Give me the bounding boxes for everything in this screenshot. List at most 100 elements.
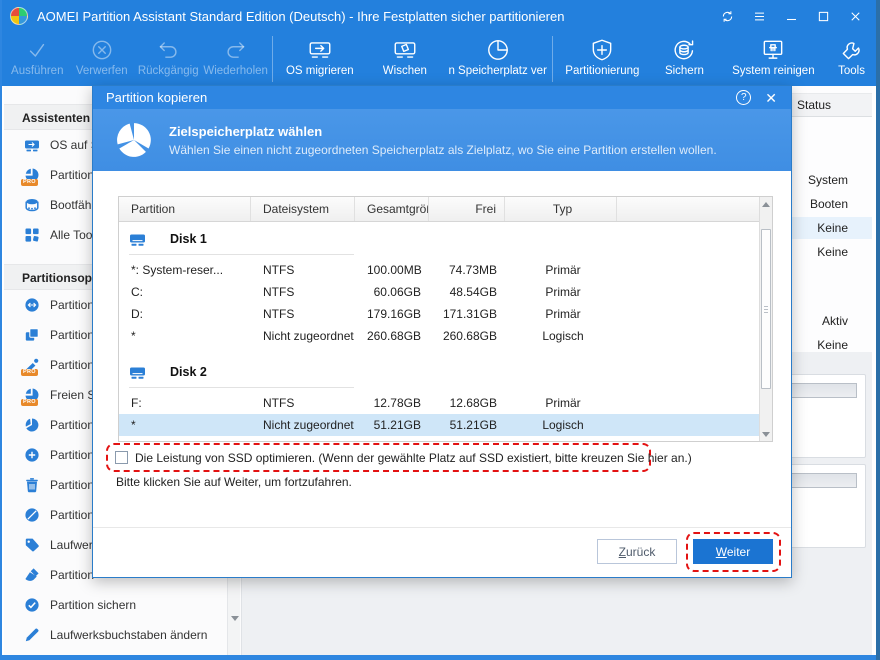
partition-cell: 260.68GB [367, 329, 422, 343]
partition-cell: 51.21GB [449, 418, 497, 432]
toolbar-button-discard: Verwerfen [69, 32, 135, 86]
create-icon [24, 447, 40, 463]
dialog-header: Zielspeicherplatz wählen Wählen Sie eine… [93, 109, 791, 171]
disk-group-row: Disk 1 [119, 222, 759, 248]
toolbar-button-wipe-disk[interactable]: Wischen [365, 32, 445, 86]
toolbar-button-migrate-os[interactable]: OS migrieren [275, 32, 365, 86]
partition-recover-icon: PRO [21, 167, 40, 186]
sidebar-item-label: Freien S [50, 388, 96, 402]
sidebar-item-label: Laufwerksbuchstaben ändern [50, 628, 208, 642]
partition-cell: *: System-reser... [131, 263, 224, 277]
partition-cell: Nicht zugeordnet [263, 329, 354, 343]
toolbar-button-label: Partitionierung [565, 65, 640, 77]
refresh-icon[interactable] [716, 5, 738, 27]
status-value: Aktiv [821, 314, 848, 328]
toolbar-button-shield-plus[interactable]: Partitionierung [555, 32, 649, 86]
partition-row[interactable]: * Nicht zugeordnet 260.68GB 260.68GB Logisch [119, 325, 759, 347]
partition-cell: NTFS [263, 396, 295, 410]
target-space-table: PartitionDateisystemGesamtgrößeFreiTyp D… [118, 196, 773, 442]
partition-cell: 100.00MB [367, 263, 422, 277]
copy-icon [24, 417, 40, 433]
toolbar-separator [552, 36, 554, 82]
column-header-empty[interactable] [617, 197, 772, 221]
close-icon[interactable] [844, 5, 866, 27]
dialog-step-subtitle: Wählen Sie einen nicht zugeordneten Spei… [169, 142, 717, 157]
pie-chart-icon [115, 121, 153, 159]
partition-cell: Primär [545, 263, 581, 277]
group-divider [129, 387, 354, 388]
maximize-icon[interactable] [812, 5, 834, 27]
resize-icon [24, 297, 40, 313]
toolbar-button-clean-system[interactable]: System reinigen [720, 32, 828, 86]
aomei-logo-icon [10, 7, 28, 25]
partition-row[interactable]: * Nicht zugeordnet 51.21GB 51.21GB Logisch [119, 414, 759, 436]
toolbar-button-label: Tools [838, 65, 865, 77]
sidebar-item-label: Partition [50, 298, 95, 312]
pro-badge: PRO [21, 399, 38, 406]
undo-icon [155, 35, 181, 65]
column-header-partition[interactable]: Partition [119, 197, 251, 221]
partition-cell: Logisch [542, 418, 584, 432]
drive-label-icon [24, 537, 40, 553]
partition-cell: 48.54GB [449, 285, 497, 299]
ssd-optimize-highlight: Die Leistung von SSD optimieren. (Wenn d… [106, 443, 692, 472]
disk-icon [129, 231, 158, 248]
ssd-optimize-checkbox[interactable] [115, 451, 128, 464]
window-controls [716, 5, 876, 27]
column-header-gesamtgröße[interactable]: Gesamtgröße [355, 197, 429, 221]
split-icon: PRO [21, 357, 40, 376]
dialog-close-icon[interactable]: ✕ [765, 91, 777, 105]
toolbar-button-tools-wrench[interactable]: Tools [827, 32, 876, 86]
partition-cell: 60.06GB [373, 285, 421, 299]
toolbar-button-label: Wischen [382, 65, 427, 77]
scroll-down-arrow-icon[interactable] [231, 616, 239, 621]
sidebar-item-change-letter[interactable]: Laufwerksbuchstaben ändern [4, 620, 241, 650]
help-icon[interactable]: ? [736, 90, 752, 105]
partition-row[interactable]: D: NTFS 179.16GB 171.31GB Primär [119, 303, 759, 325]
disk-icon [129, 364, 158, 381]
ssd-optimize-label[interactable]: Die Leistung von SSD optimieren. (Wenn d… [135, 451, 692, 465]
table-header-row: PartitionDateisystemGesamtgrößeFreiTyp [119, 197, 772, 222]
scrollbar-thumb[interactable] [761, 229, 771, 389]
next-hint-text: Bitte klicken Sie auf Weiter, um fortzuf… [116, 475, 352, 489]
partition-cell: 179.16GB [367, 307, 422, 321]
bootable-media-icon [24, 197, 40, 213]
partition-cell: 171.31GB [442, 307, 497, 321]
disk-group-row: Disk 2 [119, 355, 759, 381]
column-header-frei[interactable]: Frei [429, 197, 505, 221]
partition-cell: Primär [545, 285, 581, 299]
partition-cell: Primär [545, 396, 581, 410]
partition-cell: D: [131, 307, 143, 321]
partition-cell: NTFS [263, 307, 295, 321]
toolbar-button-pie-clock[interactable]: n Speicherplatz ver [445, 32, 551, 86]
partition-row[interactable]: *: System-reser... NTFS 100.00MB 74.73MB Pri… [119, 259, 759, 281]
column-header-dateisystem[interactable]: Dateisystem [251, 197, 355, 221]
sidebar-item-label: Partition [50, 168, 95, 182]
toolbar-button-undo: Rückgängig [135, 32, 201, 86]
sidebar-item-label: Partition [50, 478, 95, 492]
scroll-down-arrow-icon[interactable] [760, 427, 772, 441]
footer-divider [93, 527, 791, 528]
dialog-title: Partition kopieren [106, 90, 208, 105]
window-bottom-border [2, 655, 876, 660]
minimize-icon[interactable] [780, 5, 802, 27]
tools-wrench-icon [839, 35, 865, 65]
merge-icon [24, 327, 40, 343]
partition-row[interactable]: F: NTFS 12.78GB 12.68GB Primär [119, 392, 759, 414]
sidebar-item-label: Bootfähi [50, 198, 95, 212]
partition-cell: NTFS [263, 285, 295, 299]
status-value: Keine [817, 338, 848, 352]
table-scrollbar[interactable] [759, 197, 772, 441]
partition-cell: NTFS [263, 263, 295, 277]
toolbar-button-backup-sync[interactable]: Sichern [649, 32, 719, 86]
back-button[interactable]: Zurück [597, 539, 677, 564]
partition-row[interactable]: C: NTFS 60.06GB 48.54GB Primär [119, 281, 759, 303]
window-title: AOMEI Partition Assistant Standard Editi… [37, 8, 565, 24]
sidebar-item-backup-pie[interactable]: Partition sichern [4, 590, 241, 620]
redo-icon [223, 35, 249, 65]
scroll-up-arrow-icon[interactable] [760, 197, 772, 211]
menu-icon[interactable] [748, 5, 770, 27]
partition-cell: 74.73MB [448, 263, 497, 277]
sidebar-item-label: Partition [50, 418, 95, 432]
column-header-typ[interactable]: Typ [505, 197, 617, 221]
